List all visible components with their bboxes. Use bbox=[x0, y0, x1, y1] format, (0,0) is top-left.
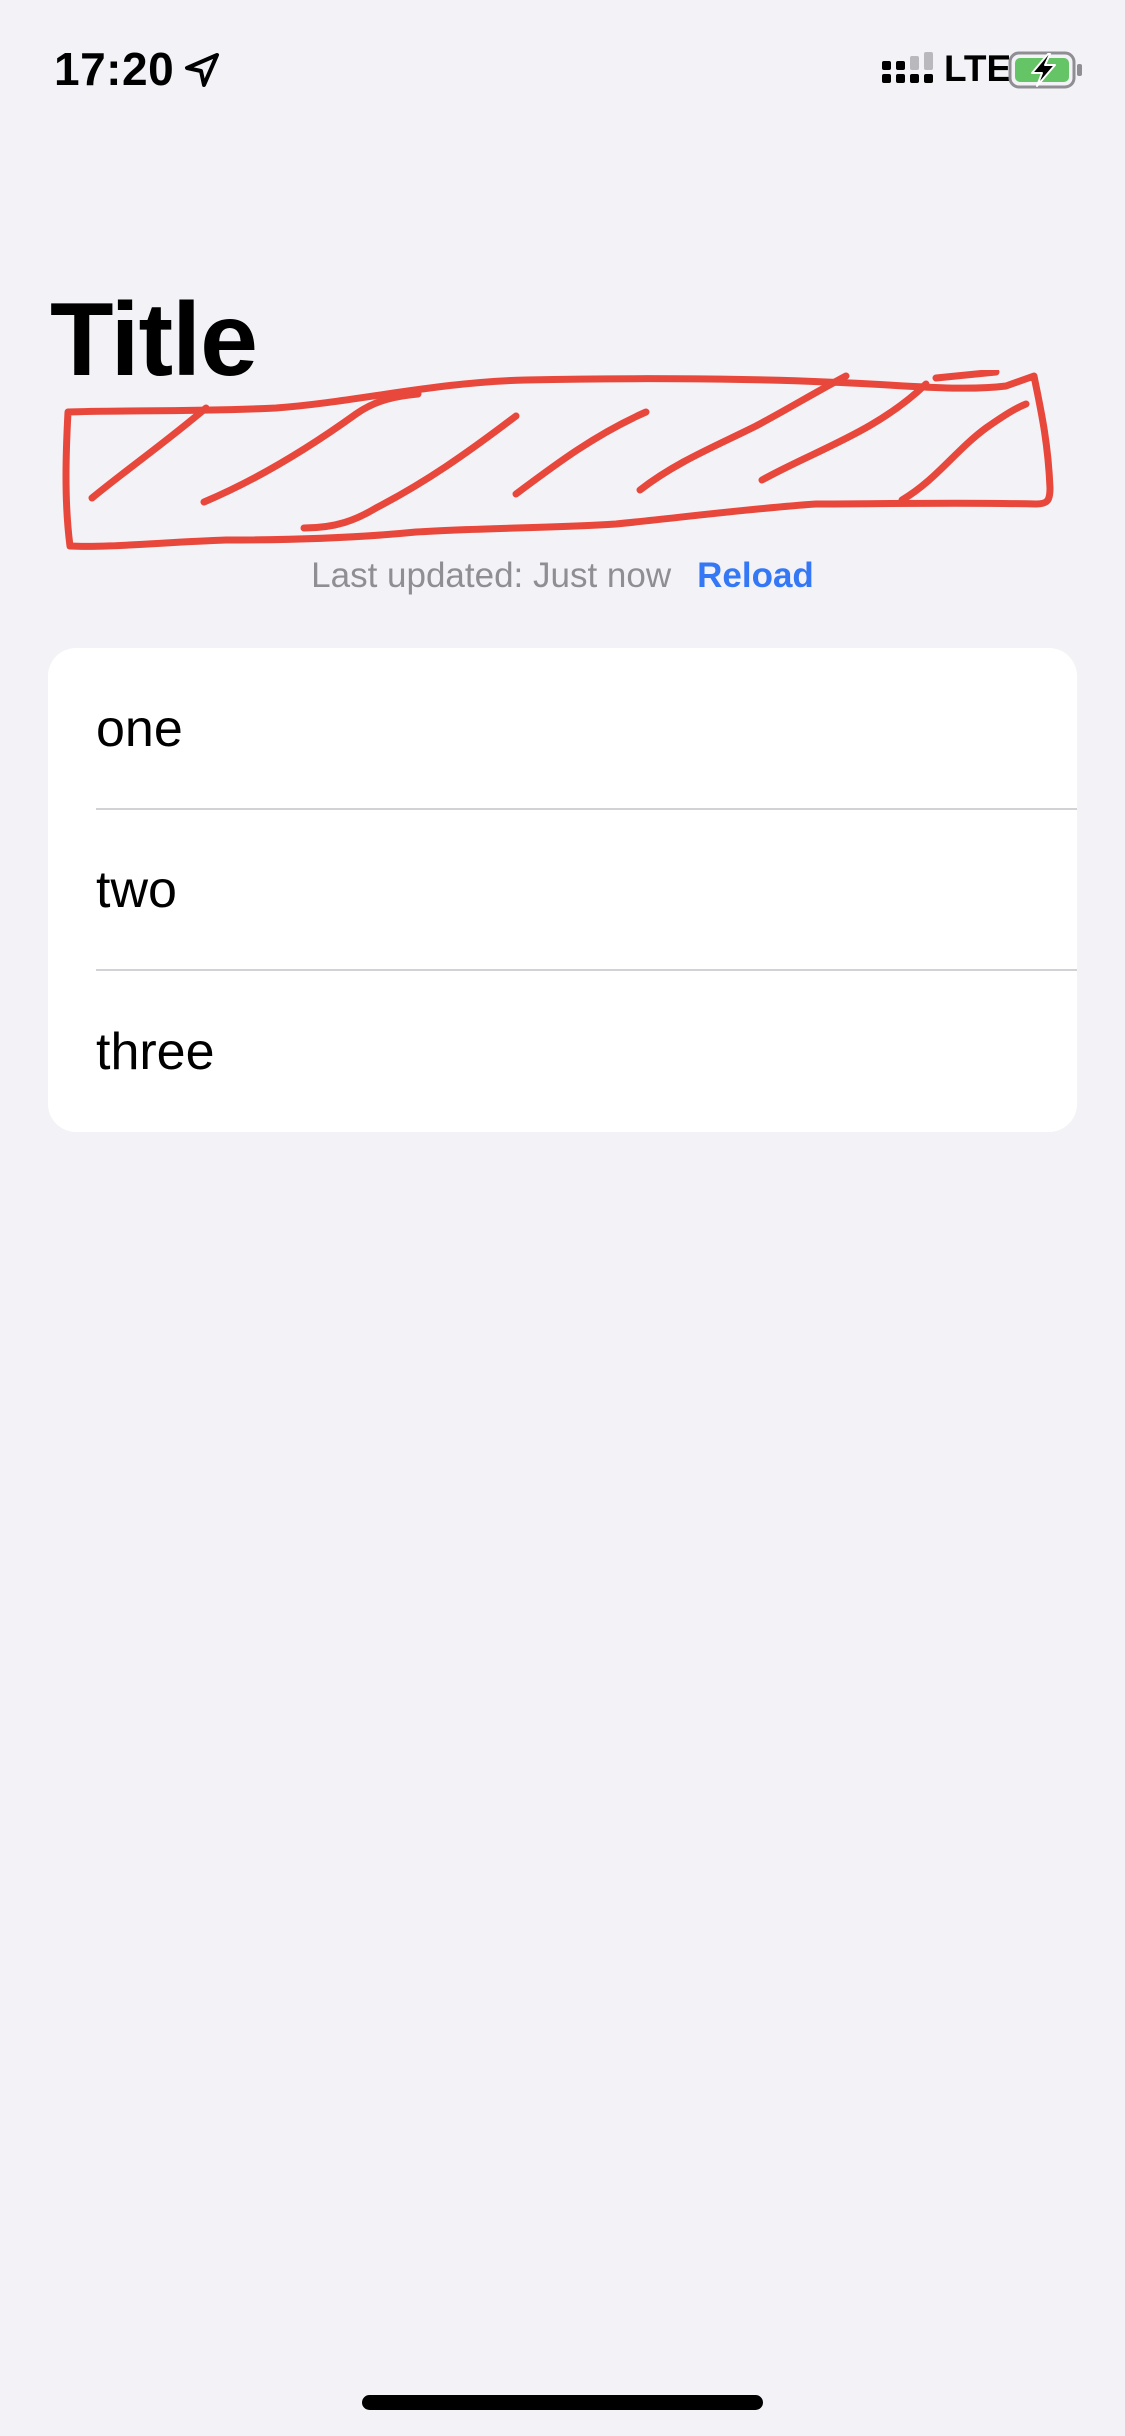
list-item-two[interactable]: two bbox=[48, 810, 1077, 971]
network-type-label: LTE bbox=[944, 48, 1012, 89]
last-updated-row: Last updated: Just now Reload bbox=[0, 548, 1125, 604]
list-item-label: two bbox=[96, 861, 177, 920]
last-updated-label: Last updated: Just now bbox=[311, 556, 672, 595]
list-item-one[interactable]: one bbox=[48, 648, 1077, 810]
status-time: 17:20 bbox=[54, 43, 175, 95]
redaction-scribble bbox=[62, 370, 1054, 550]
battery-charging-icon bbox=[1008, 51, 1082, 89]
list-item-label: one bbox=[96, 699, 183, 758]
location-arrow-icon bbox=[185, 53, 219, 87]
reload-button[interactable]: Reload bbox=[697, 556, 814, 595]
list-item-three[interactable]: three bbox=[48, 971, 1077, 1132]
home-indicator[interactable] bbox=[362, 2395, 763, 2410]
status-bar: 17:20 LTE bbox=[0, 0, 1125, 140]
cellular-signal-icon bbox=[882, 52, 933, 83]
list-card: one two three bbox=[48, 648, 1077, 1132]
list-item-label: three bbox=[96, 1022, 215, 1081]
